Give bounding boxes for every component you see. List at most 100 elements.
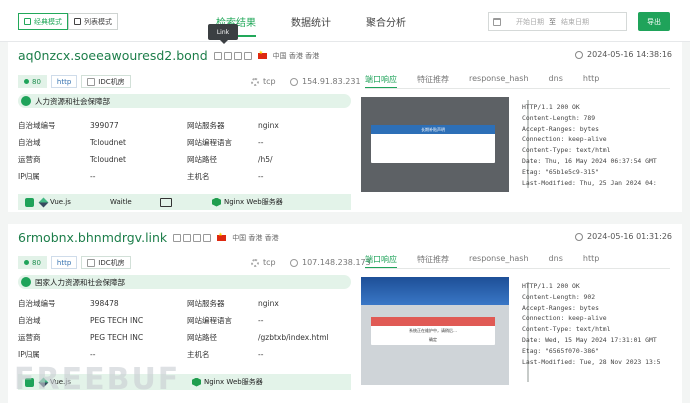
idc-badge[interactable]: IDC机房	[81, 256, 131, 269]
ip-address[interactable]: 107.148.238.173	[290, 258, 371, 267]
info-row: 自治域编号 399077 网站服务器 nginx	[18, 121, 279, 130]
download-icon[interactable]	[160, 197, 174, 207]
ip-address[interactable]: 154.91.83.231	[290, 77, 361, 86]
clock-icon	[575, 50, 584, 59]
result-domain[interactable]: aq0nzcx.soeeawouresd2.bond	[18, 48, 208, 63]
response-tabs: 端口响应 特征推荐 response_hash dns http	[365, 254, 619, 269]
org-icon	[21, 277, 31, 287]
tab-port-response[interactable]: 端口响应	[365, 254, 397, 269]
link-icon[interactable]	[213, 51, 222, 60]
range-separator: 至	[549, 17, 556, 26]
china-flag-icon	[257, 50, 267, 59]
info-row: 自治域编号 398478 网站服务器 nginx	[18, 299, 279, 308]
tech-waitle[interactable]: Waitle	[110, 198, 160, 206]
qr-icon[interactable]	[243, 51, 252, 60]
tab-divider	[365, 268, 670, 269]
port-response-text: HTTP/1.1 200 OK Content-Length: 789 Acce…	[522, 103, 657, 187]
tab-port-response[interactable]: 端口响应	[365, 74, 397, 89]
port-badge[interactable]: 80	[18, 256, 47, 269]
date-range-picker[interactable]: 开始日期 至 结束日期	[488, 12, 627, 31]
result-domain-row: aq0nzcx.soeeawouresd2.bond 中国 香港 香港	[18, 48, 319, 63]
info-grid: 自治域编号 399077 网站服务器 nginx 自治域 Tcloudnet 网站编程语言…	[18, 117, 351, 185]
screenshot-dialog: 长期补贴声明	[371, 125, 495, 163]
link-tooltip: Link	[208, 24, 238, 44]
org-bar: 国家人力资源和社会保障部	[18, 275, 351, 289]
list-icon	[74, 18, 81, 25]
copy-icon[interactable]	[183, 233, 192, 242]
nginx-icon	[212, 197, 221, 207]
qr-icon[interactable]	[203, 233, 212, 242]
info-row: 自治域 Tcloudnet 网站编程语言 --	[18, 138, 264, 147]
tech-nginx[interactable]: Nginx Web服务器	[212, 197, 283, 207]
gear-icon	[251, 258, 259, 267]
screenshot-dialog: 系统正在维护中，请稍后… 确定	[371, 317, 495, 345]
copy-icon[interactable]	[223, 51, 232, 60]
idc-badge[interactable]: IDC机房	[81, 75, 131, 88]
detail-icon[interactable]	[193, 233, 202, 242]
info-row: 运营商 Tcloudnet 网站路径/h5/	[18, 155, 273, 164]
site-banner	[361, 277, 509, 305]
protocol-badge[interactable]: http	[50, 75, 78, 88]
tab-feature-recommend[interactable]: 特征推荐	[417, 74, 449, 85]
top-bar: 经典模式 列表模式 检索结果 数据统计 聚合分析 开始日期 至 结束日期 导出	[0, 0, 690, 42]
start-date-input[interactable]: 开始日期	[516, 17, 544, 27]
tab-http[interactable]: http	[583, 74, 599, 85]
tab-response-hash[interactable]: response_hash	[469, 254, 529, 265]
result-time: 2024-05-16 14:38:16	[575, 50, 672, 59]
domain-tool-icons	[173, 233, 212, 242]
tab-divider	[365, 88, 670, 89]
detail-icon[interactable]	[233, 51, 242, 60]
status-dot-icon	[24, 79, 29, 84]
result-domain-row: 6rmobnx.bhnmdrgv.link 中国 香港 香港	[18, 230, 279, 245]
result-location: 中国 香港 香港	[272, 51, 320, 60]
calendar-icon	[493, 17, 501, 26]
result-location: 中国 香港 香港	[232, 233, 279, 242]
tab-response-hash[interactable]: response_hash	[469, 74, 529, 85]
tab-aggregation[interactable]: 聚合分析	[366, 14, 406, 29]
protocol-badge[interactable]: http	[50, 256, 78, 269]
org-icon	[21, 96, 31, 106]
china-flag-icon	[217, 232, 227, 241]
info-row: IP归属 -- 主机名 --	[18, 172, 264, 181]
tab-dns[interactable]: dns	[549, 254, 563, 265]
globe-icon	[290, 77, 298, 86]
info-row: 运营商 PEG TECH INC 网站路径/gzbtxb/index.html	[18, 333, 329, 342]
page-screenshot[interactable]: 长期补贴声明	[361, 97, 509, 192]
clock-icon	[575, 232, 584, 241]
result-tags: 80 http IDC机房	[18, 256, 131, 269]
watermark: FREEBUF	[14, 362, 181, 397]
info-grid: 自治域编号 398478 网站服务器 nginx 自治域 PEG TECH INC 网站编…	[18, 295, 351, 363]
tech-nginx[interactable]: Nginx Web服务器	[192, 377, 263, 387]
link-icon[interactable]	[173, 233, 182, 242]
info-row: 自治域 PEG TECH INC 网站编程语言 --	[18, 316, 264, 325]
end-date-input[interactable]: 结束日期	[561, 17, 589, 27]
grid-icon	[24, 18, 31, 25]
view-mode-list[interactable]: 列表模式	[68, 13, 118, 30]
expand-icon[interactable]	[18, 197, 40, 207]
info-row: IP归属 -- 主机名 --	[18, 350, 264, 359]
tab-dns[interactable]: dns	[549, 74, 563, 85]
nginx-icon	[192, 377, 201, 387]
globe-icon	[290, 258, 298, 267]
view-mode-classic[interactable]: 经典模式	[18, 13, 68, 30]
transport-label: tcp	[251, 258, 276, 267]
vue-icon	[38, 197, 49, 207]
result-tags: 80 http IDC机房	[18, 75, 131, 88]
tech-vue[interactable]: Vue.js	[38, 197, 110, 207]
tab-feature-recommend[interactable]: 特征推荐	[417, 254, 449, 265]
port-badge[interactable]: 80	[18, 75, 47, 88]
domain-tool-icons	[213, 51, 252, 60]
response-tabs: 端口响应 特征推荐 response_hash dns http	[365, 74, 619, 89]
tab-statistics[interactable]: 数据统计	[291, 14, 331, 29]
result-time: 2024-05-16 01:31:26	[575, 232, 672, 241]
page-screenshot[interactable]: 系统正在维护中，请稍后… 确定	[361, 277, 509, 385]
export-button[interactable]: 导出	[638, 12, 670, 31]
server-icon	[87, 258, 96, 267]
server-icon	[87, 77, 96, 86]
result-domain[interactable]: 6rmobnx.bhnmdrgv.link	[18, 230, 167, 245]
result-card: aq0nzcx.soeeawouresd2.bond 中国 香港 香港 2024…	[8, 42, 682, 212]
tab-http[interactable]: http	[583, 254, 599, 265]
status-dot-icon	[24, 260, 29, 265]
gear-icon	[251, 77, 259, 86]
transport-label: tcp	[251, 77, 276, 86]
